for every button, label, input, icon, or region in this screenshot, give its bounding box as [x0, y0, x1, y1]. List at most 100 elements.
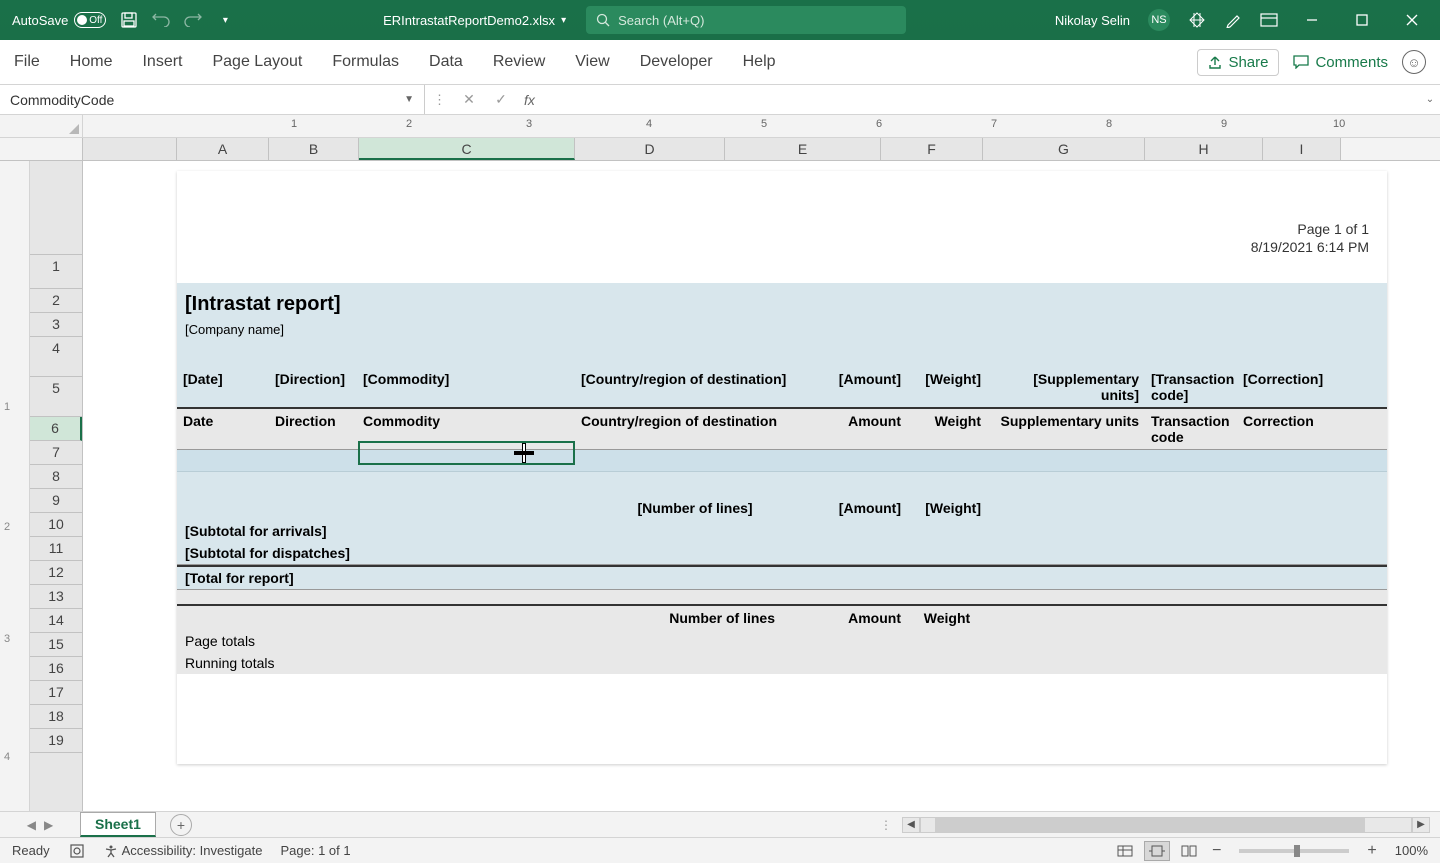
scroll-track[interactable]: [920, 817, 1412, 833]
hdr-trans[interactable]: [Transaction code]: [1145, 367, 1237, 407]
row-header-14[interactable]: 14: [30, 609, 82, 633]
sheet-tab-sheet1[interactable]: Sheet1: [80, 812, 156, 837]
total-for-report[interactable]: [Total for report]: [177, 565, 1387, 590]
ftr-amount[interactable]: Amount: [815, 606, 907, 630]
close-button[interactable]: [1396, 4, 1428, 36]
ftr-lines[interactable]: Number of lines: [575, 606, 815, 630]
col-header-f[interactable]: F: [881, 138, 983, 160]
name-box[interactable]: CommodityCode ▼: [0, 85, 425, 114]
dhdr-country[interactable]: Country/region of destination: [575, 409, 815, 449]
col-header-h[interactable]: H: [1145, 138, 1263, 160]
tab-prev-icon[interactable]: ◀: [27, 818, 36, 832]
sum-weight[interactable]: [Weight]: [907, 496, 987, 520]
sum-amount[interactable]: [Amount]: [815, 496, 907, 520]
filename-dropdown-icon[interactable]: ▾: [561, 15, 566, 26]
tab-help[interactable]: Help: [743, 49, 776, 75]
formula-options-icon[interactable]: ⋮: [433, 92, 446, 108]
dhdr-weight[interactable]: Weight: [907, 409, 987, 449]
sum-lines[interactable]: [Number of lines]: [575, 496, 815, 520]
data-row[interactable]: [177, 450, 1387, 472]
enter-formula-button[interactable]: ✓: [486, 91, 516, 108]
scroll-left-button[interactable]: ◀: [902, 817, 920, 833]
report-company[interactable]: [Company name]: [177, 320, 1387, 347]
row-header-12[interactable]: 12: [30, 561, 82, 585]
toggle-switch[interactable]: Off: [74, 12, 106, 28]
horizontal-scrollbar[interactable]: ⋮ ◀ ▶: [880, 817, 1440, 833]
tab-next-icon[interactable]: ▶: [44, 818, 53, 832]
macro-record-icon[interactable]: [68, 842, 86, 860]
comments-button[interactable]: Comments: [1293, 54, 1388, 71]
col-header-e[interactable]: E: [725, 138, 881, 160]
page-layout-view-button[interactable]: [1144, 841, 1170, 861]
tab-file[interactable]: File: [14, 49, 40, 75]
feedback-button[interactable]: ☺: [1402, 50, 1426, 74]
hdr-date[interactable]: [Date]: [177, 367, 269, 407]
scroll-right-button[interactable]: ▶: [1412, 817, 1430, 833]
hdr-supp[interactable]: [Supplementary units]: [987, 367, 1145, 407]
tab-formulas[interactable]: Formulas: [332, 49, 399, 75]
minimize-button[interactable]: [1296, 4, 1328, 36]
expand-formula-bar-icon[interactable]: ⌄: [1420, 94, 1440, 105]
ribbon-display-icon[interactable]: [1260, 11, 1278, 29]
tab-page-layout[interactable]: Page Layout: [212, 49, 302, 75]
report-title[interactable]: [Intrastat report]: [177, 283, 1387, 320]
zoom-out-button[interactable]: −: [1208, 842, 1225, 860]
maximize-button[interactable]: [1346, 4, 1378, 36]
row-header-6[interactable]: 6: [30, 417, 82, 441]
dhdr-date[interactable]: Date: [177, 409, 269, 449]
undo-icon[interactable]: [152, 11, 170, 29]
search-box[interactable]: Search (Alt+Q): [586, 6, 906, 34]
tab-home[interactable]: Home: [70, 49, 113, 75]
autosave-toggle[interactable]: AutoSave Off: [12, 12, 106, 28]
col-header-a[interactable]: A: [177, 138, 269, 160]
page-totals-row[interactable]: Page totals: [177, 630, 1387, 652]
subtotal-dispatches[interactable]: [Subtotal for dispatches]: [177, 542, 1387, 565]
col-header-i[interactable]: I: [1263, 138, 1341, 160]
dhdr-corr[interactable]: Correction: [1237, 409, 1327, 449]
row-header-9[interactable]: 9: [30, 489, 82, 513]
normal-view-button[interactable]: [1112, 841, 1138, 861]
dhdr-direction[interactable]: Direction: [269, 409, 357, 449]
running-totals-row[interactable]: Running totals: [177, 652, 1387, 674]
zoom-slider[interactable]: [1239, 849, 1349, 853]
row-header-7[interactable]: 7: [30, 441, 82, 465]
row-header-15[interactable]: 15: [30, 633, 82, 657]
tab-nav[interactable]: ◀ ▶: [0, 818, 80, 832]
row-header-17[interactable]: 17: [30, 681, 82, 705]
sheet-canvas[interactable]: Page 1 of 1 8/19/2021 6:14 PM [Intrastat…: [83, 161, 1440, 811]
redo-icon[interactable]: [184, 11, 202, 29]
dhdr-supp[interactable]: Supplementary units: [987, 409, 1145, 449]
hdr-amount[interactable]: [Amount]: [815, 367, 907, 407]
ftr-weight[interactable]: Weight: [907, 606, 987, 630]
row-header-10[interactable]: 10: [30, 513, 82, 537]
diamond-icon[interactable]: [1188, 11, 1206, 29]
share-button[interactable]: Share: [1197, 49, 1279, 76]
add-sheet-button[interactable]: +: [170, 814, 192, 836]
col-header-b[interactable]: B: [269, 138, 359, 160]
col-header-g[interactable]: G: [983, 138, 1145, 160]
row-header-3[interactable]: 3: [30, 313, 82, 337]
tab-review[interactable]: Review: [493, 49, 545, 75]
row-header-5[interactable]: 5: [30, 377, 82, 417]
row-header-18[interactable]: 18: [30, 705, 82, 729]
dhdr-commodity[interactable]: Commodity: [357, 409, 575, 449]
pen-icon[interactable]: [1224, 11, 1242, 29]
select-all-corner[interactable]: [0, 138, 83, 160]
fx-icon[interactable]: fx: [518, 92, 541, 108]
user-name[interactable]: Nikolay Selin: [1055, 13, 1130, 28]
scroll-thumb[interactable]: [935, 818, 1365, 832]
subtotal-arrivals[interactable]: [Subtotal for arrivals]: [177, 520, 1387, 542]
zoom-in-button[interactable]: +: [1363, 842, 1380, 860]
tab-data[interactable]: Data: [429, 49, 463, 75]
page-break-view-button[interactable]: [1176, 841, 1202, 861]
col-header-d[interactable]: D: [575, 138, 725, 160]
row-header-1[interactable]: 1: [30, 255, 82, 289]
zoom-slider-thumb[interactable]: [1294, 845, 1300, 857]
accessibility-status[interactable]: Accessibility: Investigate: [104, 843, 263, 858]
row-header-2[interactable]: 2: [30, 289, 82, 313]
zoom-level[interactable]: 100%: [1395, 843, 1428, 858]
hdr-weight[interactable]: [Weight]: [907, 367, 987, 407]
row-header-13[interactable]: 13: [30, 585, 82, 609]
qat-dropdown-icon[interactable]: ▾: [216, 11, 234, 29]
file-name[interactable]: ERIntrastatReportDemo2.xlsx ▾: [383, 13, 566, 28]
